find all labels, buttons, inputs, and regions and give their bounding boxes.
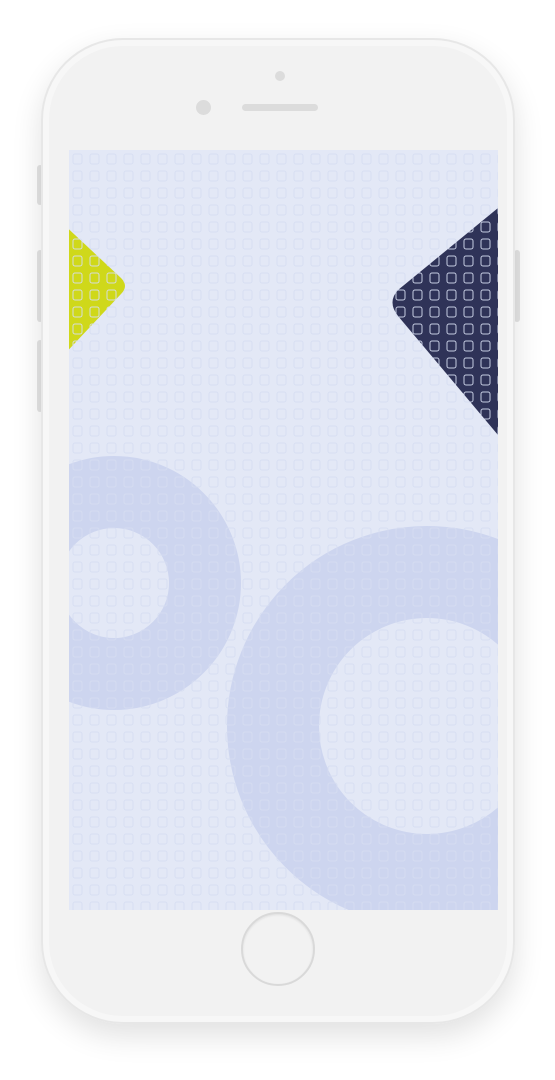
phone-mockup-stage xyxy=(0,0,555,1080)
home-button-icon[interactable] xyxy=(241,912,315,986)
camera-icon xyxy=(196,100,211,115)
speaker-icon xyxy=(242,104,318,111)
screen-artwork xyxy=(69,150,498,910)
sensor-icon xyxy=(275,71,285,81)
phone-screen[interactable] xyxy=(69,150,498,910)
grid-pattern xyxy=(69,150,498,910)
